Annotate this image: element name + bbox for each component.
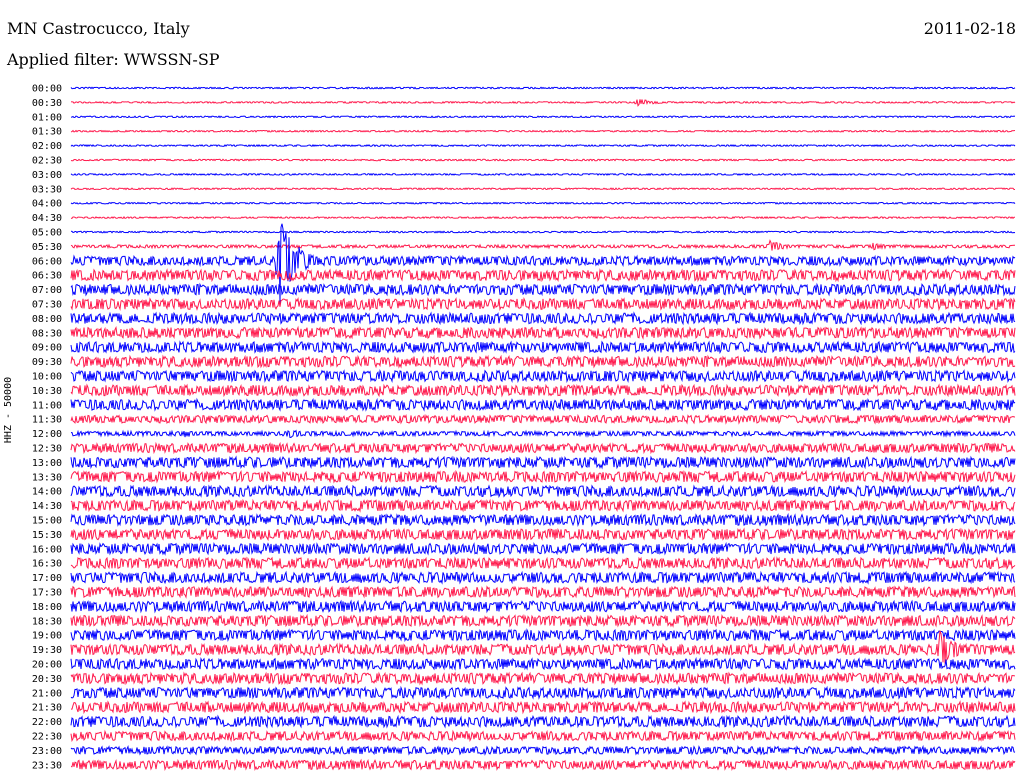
trace-line [70,541,1016,556]
trace-line [70,340,1016,355]
time-tick-label: 12:30 [32,444,62,455]
trace-line [70,354,1016,369]
time-tick-label: 13:00 [32,458,62,469]
trace-line [70,469,1016,484]
time-tick-label: 01:30 [32,127,62,138]
time-tick-label: 09:30 [32,357,62,368]
time-tick-label: 11:00 [32,400,62,411]
trace-line [70,512,1016,528]
time-tick-label: 08:00 [32,314,62,325]
trace-line [70,268,1016,283]
trace-line [70,129,1016,133]
time-tick-label: 11:30 [32,415,62,426]
time-tick-label: 19:00 [32,631,62,642]
time-tick-label: 19:30 [32,645,62,656]
trace-line [70,599,1016,614]
trace-line [70,671,1016,686]
trace-line [70,383,1016,398]
trace-line [70,685,1016,700]
trace-line [70,172,1016,176]
time-tick-label: 10:00 [32,372,62,383]
time-tick-label: 20:00 [32,660,62,671]
time-tick-label: 06:00 [32,256,62,267]
time-tick-label: 05:30 [32,242,62,253]
trace-line [71,115,1016,119]
trace-line [70,99,1016,107]
trace-line [70,441,1016,455]
time-tick-label: 12:00 [32,429,62,440]
time-tick-label: 16:00 [32,544,62,555]
trace-line [70,656,1016,671]
time-tick-label: 04:30 [32,213,62,224]
time-tick-label: 18:00 [32,602,62,613]
time-tick-label: 20:30 [32,674,62,685]
trace-line [70,714,1016,729]
helicorder-chart: 00:00 00:30 01:00 01:30 02:00 02:30 03:00 03:30… [32,84,1016,772]
time-tick-label: 15:00 [32,516,62,527]
trace-line [70,484,1016,499]
time-tick-label: 17:30 [32,588,62,599]
trace-line [70,527,1016,542]
trace-line [71,700,1016,715]
trace-line [70,144,1016,148]
trace-line [70,429,1016,439]
time-tick-label: 21:00 [32,688,62,699]
time-tick-label: 21:30 [32,703,62,714]
time-tick-label: 02:30 [32,156,62,167]
trace-line [70,570,1016,585]
trace-line [70,86,1016,90]
time-tick-label: 13:30 [32,472,62,483]
time-tick-label: 15:30 [32,530,62,541]
trace-line [70,397,1016,412]
trace-line [70,230,1016,234]
time-tick-label: 22:00 [32,717,62,728]
trace-line [70,187,1015,191]
trace-line [70,158,1016,162]
trace-line [70,585,1016,599]
time-tick-label: 07:00 [32,285,62,296]
trace-line [70,368,1016,384]
time-tick-label: 23:30 [32,760,62,771]
trace-line [70,556,1016,571]
time-tick-label: 14:00 [32,487,62,498]
time-tick-label: 17:00 [32,573,62,584]
time-tick-label: 02:00 [32,141,62,152]
trace-line [70,325,1016,340]
time-tick-label: 22:30 [32,732,62,743]
time-tick-label: 06:30 [32,271,62,282]
trace-line [70,455,1016,470]
trace-line [70,729,1016,743]
trace-line [70,296,1016,312]
trace-line [70,311,1016,326]
time-tick-label: 01:00 [32,112,62,123]
time-tick-label: 08:30 [32,328,62,339]
trace-line [70,628,1016,643]
time-tick-label: 07:30 [32,300,62,311]
time-tick-label: 18:30 [32,616,62,627]
trace-line [70,758,1016,772]
trace-line [70,613,1016,628]
time-tick-label: 23:00 [32,746,62,757]
time-tick-label: 00:30 [32,98,62,109]
trace-line [70,201,1016,205]
trace-line [70,744,1016,756]
trace-line [70,216,1015,220]
time-tick-label: 10:30 [32,386,62,397]
time-tick-label: 03:00 [32,170,62,181]
trace-line [70,239,1015,251]
trace-line [70,413,1016,425]
time-tick-label: 09:00 [32,343,62,354]
trace-line [70,498,1016,513]
time-tick-label: 05:00 [32,228,62,239]
time-tick-label: 03:30 [32,184,62,195]
time-tick-label: 04:00 [32,199,62,210]
trace-line [70,282,1016,297]
trace-line [70,223,1016,304]
time-tick-label: 14:30 [32,501,62,512]
time-tick-label: 00:00 [32,84,62,95]
time-tick-label: 16:30 [32,559,62,570]
